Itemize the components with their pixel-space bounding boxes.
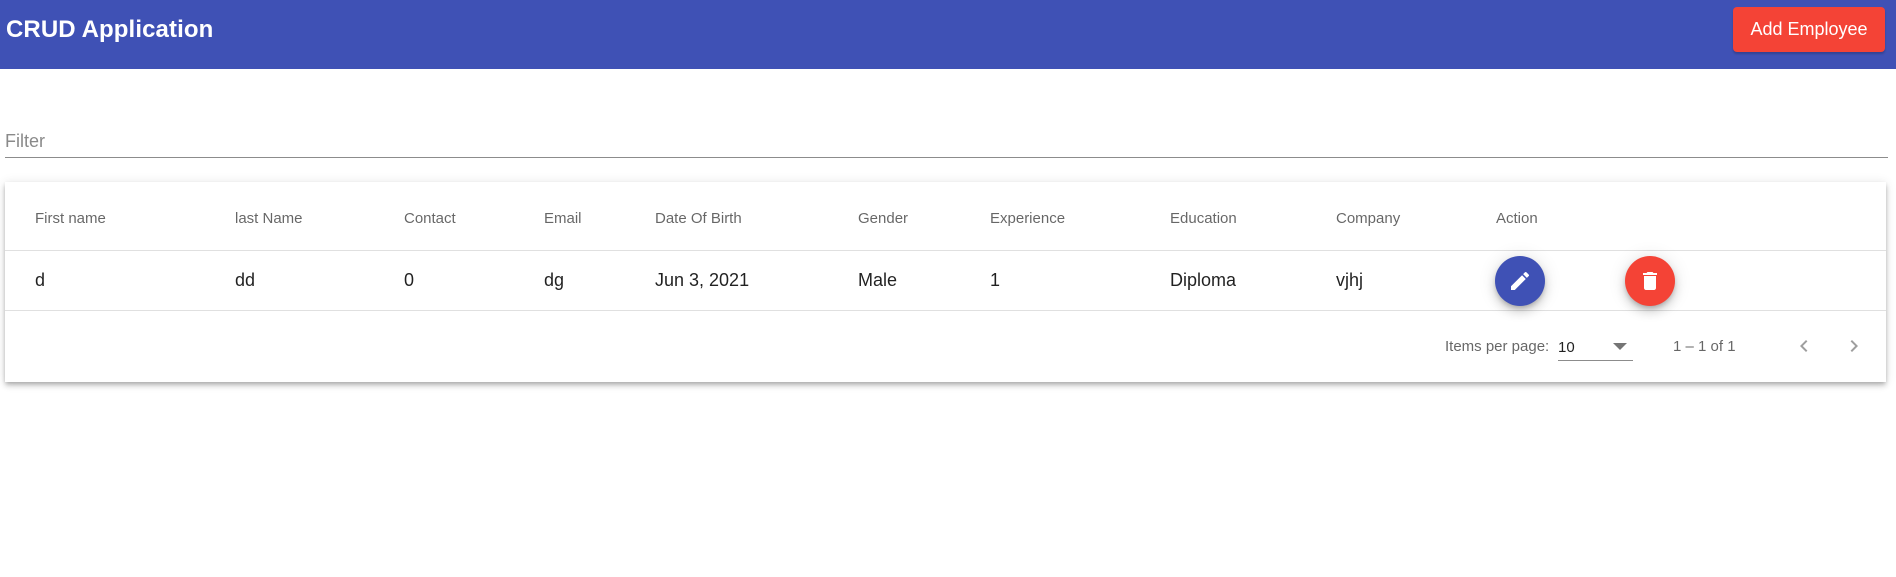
delete-button[interactable] [1625,256,1675,306]
column-header-company: Company [1336,209,1401,227]
app-toolbar: CRUD Application Add Employee [0,0,1896,69]
page-range-label: 1 – 1 of 1 [1673,337,1736,355]
caret-down-icon [1613,343,1627,350]
page-size-select[interactable]: 10 [1558,334,1633,361]
cell-gender: Male [858,270,898,290]
cell-education: Diploma [1170,270,1237,290]
page-size-value: 10 [1558,338,1575,356]
previous-page-button[interactable] [1786,328,1822,364]
cell-last-name: dd [235,270,256,290]
add-employee-button[interactable]: Add Employee [1733,7,1885,52]
column-header-action: Action [1496,209,1538,227]
column-header-education: Education [1170,209,1237,227]
cell-contact: 0 [404,270,415,290]
cell-company: vjhj [1336,270,1364,290]
filter-input[interactable] [5,112,1888,157]
chevron-left-icon [1800,340,1808,352]
edit-button[interactable] [1495,256,1545,306]
column-header-first-name: First name [35,209,106,227]
items-per-page-label: Items per page: [1445,337,1550,355]
column-header-contact: Contact [404,209,456,227]
column-header-date-of-birth: Date Of Birth [655,209,742,227]
table-row: d dd 0 dg Jun 3, 2021 Male 1 Diploma vjh… [5,251,1886,311]
paginator: Items per page: 10 1 – 1 of 1 [5,311,1886,381]
column-header-email: Email [544,209,582,227]
cell-email: dg [544,270,565,290]
column-header-experience: Experience [990,209,1066,227]
pencil-icon [1511,271,1530,290]
employee-table-card: First name last Name Contact Email Date … [5,182,1886,382]
next-page-button[interactable] [1836,328,1872,364]
chevron-right-icon [1850,340,1858,352]
cell-date-of-birth: Jun 3, 2021 [655,270,750,290]
filter-field [5,112,1888,158]
app-title: CRUD Application [6,15,214,43]
cell-experience: 1 [990,270,1001,290]
trash-icon [1643,272,1657,290]
column-header-gender: Gender [858,209,909,227]
table-header-row: First name last Name Contact Email Date … [5,182,1886,251]
cell-first-name: d [35,270,46,290]
column-header-last-name: last Name [235,209,303,227]
